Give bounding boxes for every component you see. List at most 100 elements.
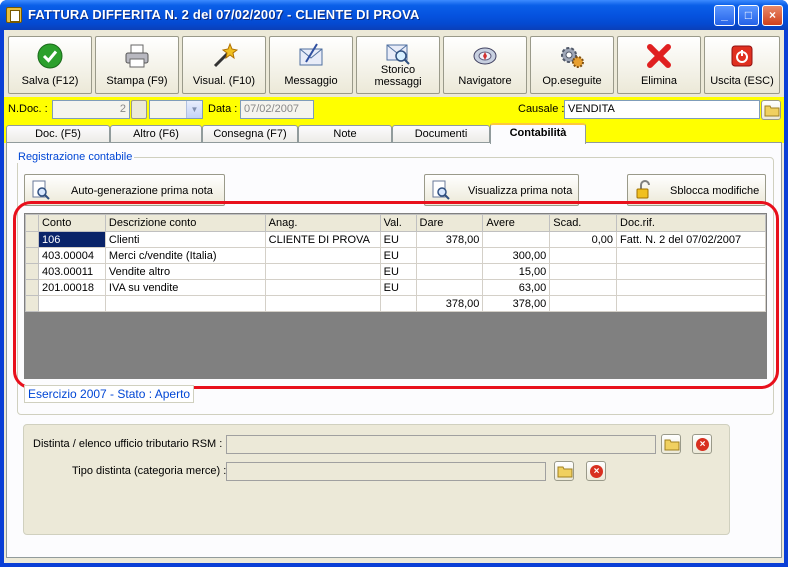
visualizza-prima-nota-button[interactable]: Visualizza prima nota bbox=[424, 174, 579, 206]
table-cell[interactable]: 403.00004 bbox=[37, 247, 106, 264]
row-indicator[interactable] bbox=[25, 231, 39, 248]
column-header[interactable]: Doc.rif. bbox=[616, 214, 766, 232]
table-cell[interactable]: Clienti bbox=[104, 231, 266, 248]
table-cell[interactable] bbox=[549, 279, 618, 296]
tab-consegna[interactable]: Consegna (F7) bbox=[202, 125, 298, 143]
table-cell[interactable]: EU bbox=[379, 247, 417, 264]
distinta-field[interactable] bbox=[226, 435, 656, 454]
table-cell[interactable]: 106 bbox=[37, 231, 106, 248]
column-header[interactable]: Anag. bbox=[264, 214, 381, 232]
uscita-button[interactable]: Uscita (ESC) bbox=[704, 36, 780, 94]
tab-doc[interactable]: Doc. (F5) bbox=[6, 125, 110, 143]
table-cell[interactable]: EU bbox=[379, 231, 417, 248]
table-cell[interactable] bbox=[415, 247, 484, 264]
row-indicator[interactable] bbox=[25, 295, 39, 312]
tipo-distinta-field[interactable] bbox=[226, 462, 546, 481]
table-cell[interactable] bbox=[549, 247, 618, 264]
ndoc-button[interactable] bbox=[131, 100, 147, 119]
distinta-clear-button[interactable]: × bbox=[692, 434, 712, 454]
table-cell[interactable] bbox=[549, 263, 618, 280]
table-cell[interactable] bbox=[616, 295, 766, 312]
uscita-label: Uscita (ESC) bbox=[710, 75, 774, 87]
prima-nota-grid[interactable]: Conto Descrizione conto Anag. Val. Dare Avere… bbox=[24, 213, 767, 379]
table-cell[interactable]: Fatt. N. 2 del 07/02/2007 bbox=[616, 231, 766, 248]
table-cell[interactable] bbox=[616, 247, 766, 264]
table-cell[interactable] bbox=[415, 279, 484, 296]
row-indicator[interactable] bbox=[25, 247, 39, 264]
checkmark-icon bbox=[37, 43, 63, 69]
table-cell[interactable] bbox=[415, 263, 484, 280]
grid-header-row: Conto Descrizione conto Anag. Val. Dare Avere… bbox=[25, 214, 766, 232]
row-indicator[interactable] bbox=[25, 279, 39, 296]
table-row[interactable]: 201.00018 IVA su vendite EU 63,00 bbox=[25, 279, 766, 296]
table-cell[interactable] bbox=[264, 263, 381, 280]
tipo-distinta-clear-button[interactable]: × bbox=[586, 461, 606, 481]
table-row[interactable]: 106 Clienti CLIENTE DI PROVA EU 378,00 0,00 Fa… bbox=[25, 231, 766, 248]
table-cell[interactable] bbox=[264, 247, 381, 264]
tab-documenti[interactable]: Documenti bbox=[392, 125, 490, 143]
table-cell[interactable]: 403.00011 bbox=[37, 263, 106, 280]
column-header[interactable]: Val. bbox=[379, 214, 417, 232]
messaggio-button[interactable]: Messaggio bbox=[269, 36, 353, 94]
maximize-button[interactable]: □ bbox=[738, 5, 759, 26]
stampa-button[interactable]: Stampa (F9) bbox=[95, 36, 179, 94]
ndoc-series-select[interactable]: ▼ bbox=[149, 100, 203, 119]
table-cell[interactable]: EU bbox=[379, 279, 417, 296]
table-cell[interactable]: 63,00 bbox=[482, 279, 551, 296]
table-cell[interactable] bbox=[482, 231, 551, 248]
causale-field[interactable]: VENDITA bbox=[564, 100, 760, 119]
table-cell[interactable] bbox=[104, 295, 266, 312]
tab-note[interactable]: Note bbox=[298, 125, 392, 143]
visual-button[interactable]: Visual. (F10) bbox=[182, 36, 266, 94]
tab-altro[interactable]: Altro (F6) bbox=[110, 125, 202, 143]
column-header[interactable]: Conto bbox=[37, 214, 106, 232]
table-cell[interactable]: Merci c/vendite (Italia) bbox=[104, 247, 266, 264]
table-row[interactable]: 378,00 378,00 bbox=[25, 295, 766, 312]
tab-contabilita[interactable]: Contabilità bbox=[490, 123, 586, 144]
elimina-label: Elimina bbox=[640, 75, 678, 87]
table-cell[interactable]: CLIENTE DI PROVA bbox=[264, 231, 381, 248]
table-row[interactable]: 403.00004 Merci c/vendite (Italia) EU 300,0… bbox=[25, 247, 766, 264]
title-bar[interactable]: FATTURA DIFFERITA N. 2 del 07/02/2007 - … bbox=[0, 0, 788, 30]
column-header[interactable]: Avere bbox=[482, 214, 551, 232]
table-cell[interactable]: 201.00018 bbox=[37, 279, 106, 296]
table-cell[interactable]: IVA su vendite bbox=[104, 279, 266, 296]
table-cell[interactable] bbox=[264, 279, 381, 296]
grid-body: 106 Clienti CLIENTE DI PROVA EU 378,00 0,00 Fa… bbox=[25, 231, 766, 312]
document-header: N.Doc. : 2 ▼ Data : 07/02/2007 Causale :… bbox=[4, 97, 784, 123]
table-cell[interactable] bbox=[549, 295, 618, 312]
column-header[interactable]: Dare bbox=[415, 214, 484, 232]
table-cell[interactable]: Vendite altro bbox=[104, 263, 266, 280]
auto-generazione-button[interactable]: Auto-generazione prima nota bbox=[24, 174, 225, 206]
table-row[interactable]: 403.00011 Vendite altro EU 15,00 bbox=[25, 263, 766, 280]
table-cell[interactable] bbox=[37, 295, 106, 312]
distinta-browse-button[interactable] bbox=[661, 434, 681, 454]
delete-icon: × bbox=[590, 465, 603, 478]
table-cell[interactable]: 15,00 bbox=[482, 263, 551, 280]
table-cell[interactable]: 0,00 bbox=[549, 231, 618, 248]
row-indicator[interactable] bbox=[25, 263, 39, 280]
sblocca-modifiche-button[interactable]: Sblocca modifiche bbox=[627, 174, 766, 206]
minimize-button[interactable]: _ bbox=[714, 5, 735, 26]
elimina-button[interactable]: Elimina bbox=[617, 36, 701, 94]
table-cell[interactable] bbox=[379, 295, 417, 312]
table-cell[interactable] bbox=[264, 295, 381, 312]
table-cell[interactable] bbox=[616, 279, 766, 296]
salva-button[interactable]: Salva (F12) bbox=[8, 36, 92, 94]
storico-messaggi-button[interactable]: Storico messaggi bbox=[356, 36, 440, 94]
navigatore-button[interactable]: Navigatore bbox=[443, 36, 527, 94]
ndoc-field[interactable]: 2 bbox=[52, 100, 130, 119]
table-cell[interactable]: 300,00 bbox=[482, 247, 551, 264]
data-field[interactable]: 07/02/2007 bbox=[240, 100, 314, 119]
close-button[interactable]: × bbox=[762, 5, 783, 26]
column-header[interactable]: Scad. bbox=[549, 214, 618, 232]
causale-browse-button[interactable] bbox=[761, 100, 781, 120]
tipo-distinta-browse-button[interactable] bbox=[554, 461, 574, 481]
table-cell[interactable]: 378,00 bbox=[415, 231, 484, 248]
table-cell[interactable]: EU bbox=[379, 263, 417, 280]
table-cell[interactable]: 378,00 bbox=[482, 295, 551, 312]
op-eseguite-button[interactable]: Op.eseguite bbox=[530, 36, 614, 94]
table-cell[interactable] bbox=[616, 263, 766, 280]
table-cell[interactable]: 378,00 bbox=[415, 295, 484, 312]
column-header[interactable]: Descrizione conto bbox=[104, 214, 266, 232]
